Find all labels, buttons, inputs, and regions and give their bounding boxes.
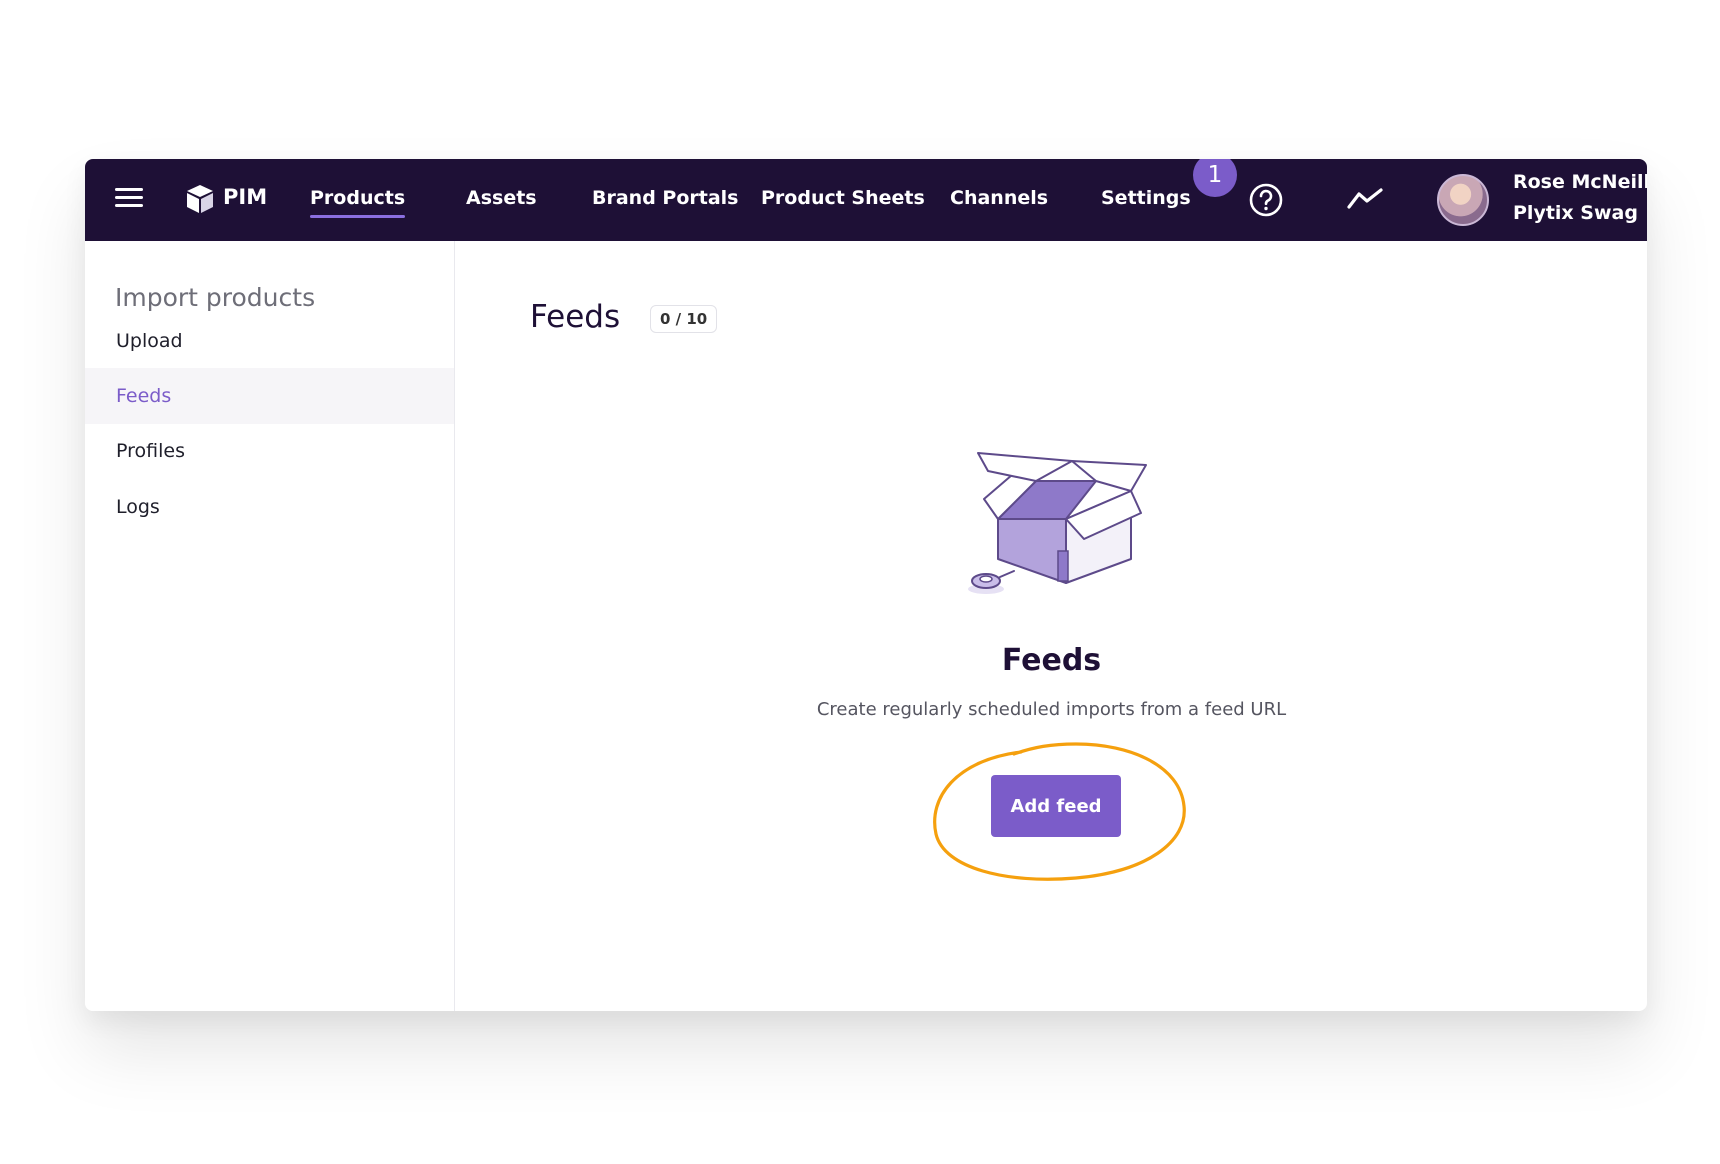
trend-line-icon[interactable] [1346,185,1384,213]
user-organization[interactable]: Plytix Swag [1513,202,1638,224]
user-avatar[interactable] [1437,174,1489,226]
nav-channels[interactable]: Channels [950,186,1048,210]
notification-badge[interactable]: 1 [1193,159,1237,197]
sidebar-item-profiles[interactable]: Profiles [85,423,454,479]
sidebar: Import products Upload Feeds Profiles Lo… [85,241,455,1011]
nav-products[interactable]: Products [310,186,406,218]
nav-assets[interactable]: Assets [466,186,537,210]
empty-state-title: Feeds [1001,643,1102,678]
top-navigation-bar: PIM Products Assets Brand Portals Produc… [85,159,1647,241]
sidebar-item-feeds[interactable]: Feeds [85,368,454,424]
sidebar-item-upload[interactable]: Upload [85,313,454,369]
feed-count-badge: 0 / 10 [650,305,718,333]
empty-state-description: Create regularly scheduled imports from … [816,699,1287,720]
hamburger-menu-icon[interactable] [115,186,143,210]
user-name[interactable]: Rose McNeill [1513,171,1647,193]
add-feed-button[interactable]: Add feed [991,775,1121,837]
main-content: Feeds 0 / 10 Feeds Create regularly sche… [456,241,1647,1011]
nav-brand-portals[interactable]: Brand Portals [592,186,739,210]
sidebar-heading: Import products [115,283,316,312]
help-circle-icon[interactable] [1248,182,1284,218]
sidebar-item-logs[interactable]: Logs [85,479,454,535]
nav-product-sheets[interactable]: Product Sheets [761,186,925,210]
open-box-icon [968,452,1147,594]
nav-settings[interactable]: Settings [1101,186,1191,210]
cube-logo-icon [187,185,213,213]
app-window: PIM Products Assets Brand Portals Produc… [85,159,1647,1011]
page-title: Feeds [530,299,621,335]
brand-name: PIM [223,185,268,209]
